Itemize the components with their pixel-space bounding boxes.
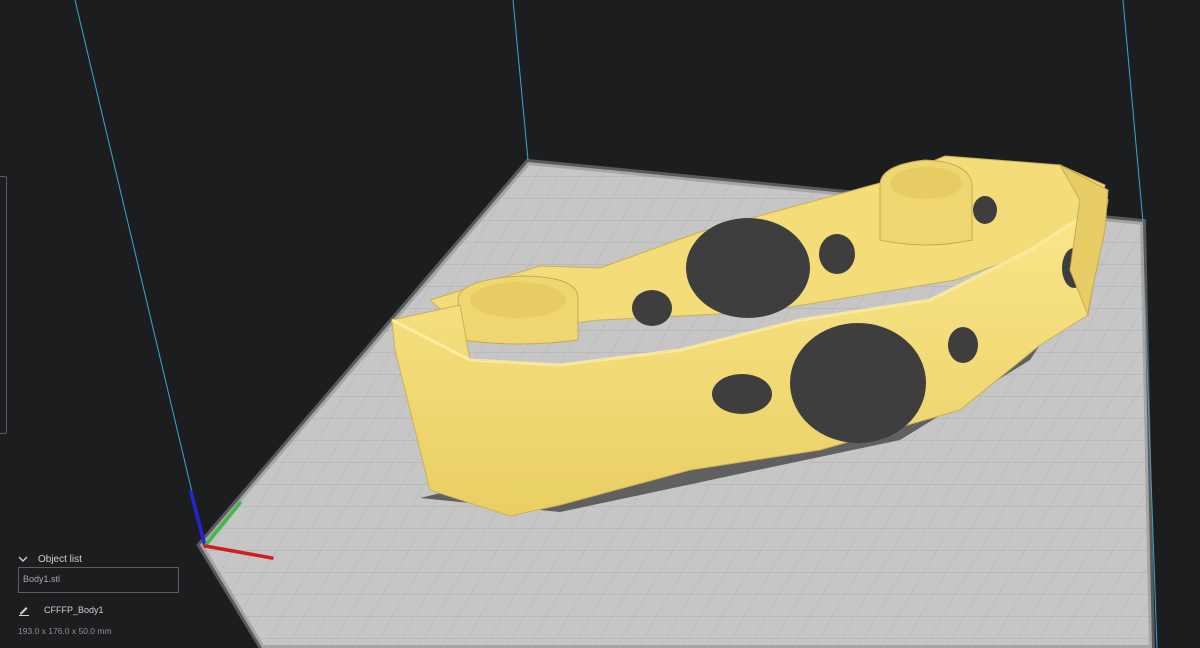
z-axis [189, 490, 207, 548]
model-dimensions: 193.0 x 176.0 x 50.0 mm [18, 626, 112, 636]
chevron-down-icon[interactable] [16, 552, 30, 566]
object-list-header[interactable]: Object list [16, 550, 196, 568]
job-name-row: CFFFP_Body1 [18, 602, 104, 618]
pencil-icon[interactable] [18, 604, 30, 616]
object-list-title: Object list [38, 553, 82, 565]
object-list-item[interactable]: Body1.stl [18, 567, 179, 593]
job-name: CFFFP_Body1 [44, 605, 104, 615]
collapsed-side-panel[interactable] [0, 176, 7, 434]
object-list-panel: Object list Body1.stl CFFFP_Body1 193.0 … [16, 550, 196, 646]
